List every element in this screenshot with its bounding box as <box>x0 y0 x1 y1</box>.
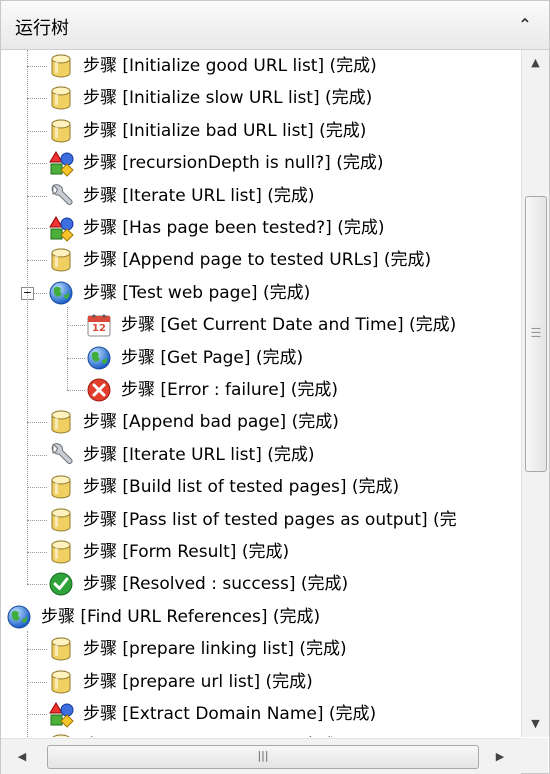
scrollbar-corner <box>521 738 548 773</box>
tree-connector-line <box>27 98 47 100</box>
tree-guide-line <box>67 306 68 390</box>
tree-item-label: 步骤 [Resolved : success] (完成) <box>83 574 349 595</box>
globe-icon <box>47 279 75 307</box>
tree-item-label: 步骤 [Extract Domain Name] (完成) <box>83 704 377 724</box>
tree-item-label: 步骤 [Build list of tested pages] (完成) <box>83 477 400 498</box>
panel-title: 运行树 <box>15 18 69 39</box>
vertical-scroll-thumb[interactable]: — — — <box>525 196 547 472</box>
success-icon <box>47 570 75 598</box>
arrow-right-icon[interactable]: ▶ <box>487 739 513 774</box>
tree-item-label: 步骤 [Append page to tested URLs] (完成) <box>83 250 432 271</box>
globe-icon <box>85 344 113 372</box>
tree-guide-line <box>27 50 28 585</box>
arrow-left-icon[interactable]: ◀ <box>9 739 35 774</box>
arrow-up-icon[interactable]: ▲ <box>522 50 549 76</box>
tree-item-label: 步骤 [recursionDepth is null?] (完成) <box>83 153 384 174</box>
grip-icon: — — — <box>531 323 541 342</box>
database-icon <box>47 668 75 696</box>
tree-item-label: 步骤 [Context Appender] (完成) <box>83 735 343 737</box>
horizontal-scrollbar[interactable]: ◀ ||| ▶ <box>1 738 521 774</box>
database-icon <box>47 246 75 274</box>
database-icon <box>47 52 75 80</box>
tree-connector-line <box>67 325 85 327</box>
calendar-icon: 12 <box>85 311 113 339</box>
tree-item-label: 步骤 [Pass list of tested pages as output]… <box>83 509 457 530</box>
globe-icon <box>5 603 33 631</box>
tree-connector-line <box>67 357 85 359</box>
error-icon <box>85 376 113 404</box>
tree-connector-line <box>27 519 47 521</box>
tree-item-label: 步骤 [Find URL References] (完成) <box>41 606 321 627</box>
run-tree-panel: 运行树 ⌃ 步骤 [Initialize good URL list] (完成)… <box>0 0 550 774</box>
double-chevron-up-icon[interactable]: ⌃ <box>513 13 537 37</box>
tree-connector-line <box>27 130 47 132</box>
database-icon <box>47 732 75 737</box>
tree-connector-line <box>27 228 47 229</box>
tree-connector-line <box>27 584 47 586</box>
database-icon <box>47 408 75 436</box>
tree-item-label: 步骤 [Has page been tested?] (完成) <box>83 218 385 238</box>
tree-item-label: 步骤 [Iterate URL list] (完成) <box>83 444 315 465</box>
tree-guide-line <box>27 630 28 737</box>
run-tree: 步骤 [Initialize good URL list] (完成) 步骤 [In… <box>1 50 521 737</box>
database-icon <box>47 117 75 145</box>
calendar-date-text: 12 <box>92 323 106 335</box>
tree-connector-line <box>27 163 47 165</box>
tree-connector-line <box>27 714 47 715</box>
tree-item-label: 步骤 [Initialize bad URL list] (完成) <box>83 120 367 141</box>
tree-item-label: 步骤 [Iterate URL list] (完成) <box>83 185 315 206</box>
panel-header: 运行树 ⌃ <box>1 1 549 50</box>
vertical-scrollbar[interactable]: ▲ — — — ▼ <box>521 50 549 737</box>
tree-item-label: 步骤 [Get Page] (完成) <box>121 347 304 368</box>
tree-item-label: 步骤 [Append bad page] (完成) <box>83 412 339 433</box>
tree-item-label: 步骤 [Test web page] (完成) <box>83 282 311 303</box>
decision-shapes-icon <box>47 149 75 177</box>
tree-connector-line <box>67 390 85 391</box>
tree-item-label: 步骤 [prepare url list] (完成) <box>83 671 313 692</box>
wrench-icon <box>47 441 75 469</box>
database-icon <box>47 538 75 566</box>
tree-connector-line <box>27 260 47 262</box>
tree-connector-line <box>27 66 47 67</box>
database-icon <box>47 506 75 534</box>
horizontal-scroll-thumb[interactable]: ||| <box>47 745 479 769</box>
decision-shapes-icon <box>47 214 75 242</box>
database-icon <box>47 84 75 112</box>
wrench-icon <box>47 182 75 210</box>
tree-item-label: 步骤 [prepare linking list] (完成) <box>83 639 347 660</box>
decision-shapes-icon <box>47 700 75 728</box>
tree-item-label: 步骤 [Initialize slow URL list] (完成) <box>83 88 373 109</box>
tree-connector-line <box>27 487 47 489</box>
tree-connector-line <box>27 681 47 683</box>
tree-item-label: 步骤 [Get Current Date and Time] (完成) <box>121 315 457 336</box>
tree-connector-line <box>27 552 47 553</box>
database-icon <box>47 635 75 663</box>
tree-item-label: 步骤 [Form Result] (完成) <box>83 542 290 562</box>
tree-connector-line <box>27 649 47 651</box>
tree-connector-line <box>27 422 47 424</box>
tree-connector-line <box>27 454 47 456</box>
tree-item-label: 步骤 [Initialize good URL list] (完成) <box>83 56 377 76</box>
tree-connector-line <box>27 195 47 197</box>
tree-item-label: 步骤 [Error : failure] (完成) <box>121 380 339 400</box>
arrow-down-icon[interactable]: ▼ <box>522 711 549 737</box>
database-icon <box>47 473 75 501</box>
